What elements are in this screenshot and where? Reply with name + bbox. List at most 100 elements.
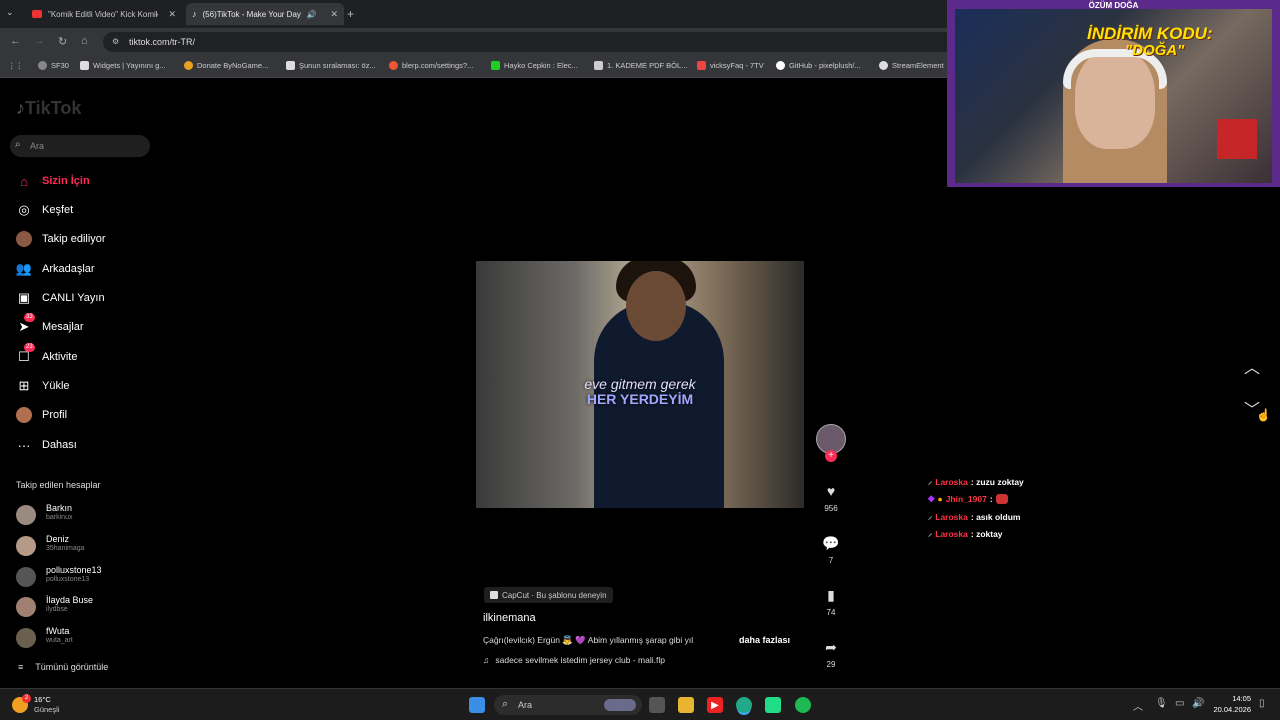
- bookmark-item[interactable]: blerp.com/settings?...: [389, 61, 473, 70]
- nav-for-you[interactable]: ⌂ Sizin İçin: [16, 170, 90, 192]
- share-button[interactable]: ➦ 29: [818, 638, 844, 670]
- video-player[interactable]: eve gitmem gerek HER YERDEYİM: [476, 261, 804, 508]
- taskbar-search-input[interactable]: ⌕ Ara: [494, 695, 642, 715]
- nav-upload[interactable]: ⊞ Yükle: [16, 375, 70, 397]
- tray-overflow-chevron-icon[interactable]: ︿: [1133, 698, 1143, 713]
- follow-plus-icon[interactable]: +: [825, 450, 837, 462]
- kick-app-icon[interactable]: [765, 697, 781, 713]
- video-caption-line1: eve gitmem gerek: [584, 376, 696, 392]
- nav-live[interactable]: ▣ CANLI Yayın: [16, 287, 105, 309]
- home-icon: ⌂: [20, 173, 28, 189]
- more-icon: ···: [17, 437, 31, 453]
- show-all-link[interactable]: ≡ Tümünü görüntüle: [18, 662, 108, 672]
- reload-icon[interactable]: ↻: [58, 35, 67, 48]
- nav-following[interactable]: Takip ediliyor: [16, 228, 106, 250]
- upload-icon: ⊞: [18, 378, 30, 393]
- bookmark-item[interactable]: GitHub - pixelplush/...: [776, 61, 861, 70]
- chrome-icon[interactable]: [736, 697, 752, 713]
- clock-time[interactable]: 14:05: [1213, 694, 1251, 703]
- volume-icon[interactable]: 🔊: [1192, 698, 1204, 709]
- emote-icon: [995, 493, 1008, 504]
- streamelements-favicon-icon: [879, 61, 888, 70]
- github-favicon-icon: [776, 61, 785, 70]
- close-tab-icon[interactable]: ✕: [330, 9, 338, 20]
- notifications-icon[interactable]: ▯: [1259, 698, 1265, 709]
- more-link[interactable]: daha fazlası: [739, 635, 790, 645]
- friends-icon: 👥: [15, 261, 33, 276]
- nav-activity[interactable]: ☐ 23 Aktivite: [16, 343, 77, 368]
- video-music[interactable]: ♫ sadece sevilmek istedim jersey club - m…: [483, 655, 665, 665]
- hayko-favicon-icon: [491, 61, 500, 70]
- activity-badge: 23: [24, 343, 35, 352]
- activity-icon: ☐ 23: [18, 343, 35, 364]
- like-count: 956: [824, 504, 838, 513]
- live-icon: ▣: [17, 290, 31, 305]
- bookmark-item[interactable]: 1. KADEME PDF BÖL...: [594, 61, 687, 70]
- bookmark-item[interactable]: StreamElement: [879, 61, 944, 70]
- blerp-favicon-icon: [389, 61, 398, 70]
- close-tab-icon[interactable]: ✕: [168, 9, 176, 20]
- save-count: 74: [826, 608, 836, 617]
- nav-friends[interactable]: 👥 Arkadaşlar: [16, 258, 95, 280]
- windows-start-icon[interactable]: [469, 697, 485, 713]
- windows-taskbar: 2 16°C Güneşli ⌕ Ara ▶ ︿ 🎙 ▭ 🔊 14:05 20.…: [0, 688, 1280, 720]
- nav-profile[interactable]: Profil: [16, 404, 67, 426]
- bookmark-item[interactable]: Widgets | Yayınını g...: [80, 61, 166, 70]
- bookmark-item[interactable]: vicksyFaq - 7TV: [697, 61, 764, 70]
- task-view-icon[interactable]: [649, 697, 665, 713]
- spotify-icon[interactable]: [795, 697, 811, 713]
- bookmark-item[interactable]: Donate ByNoGame...: [184, 61, 268, 70]
- video-author[interactable]: ilkinemana: [483, 612, 536, 624]
- weather-temp: 16°C: [34, 695, 51, 704]
- clock-date[interactable]: 20.04.2026: [1206, 705, 1251, 714]
- discount-code-label: İNDİRİM KODU:: [1087, 24, 1213, 43]
- pdf-favicon-icon: [594, 61, 603, 70]
- tiktok-favicon-icon: ♪: [192, 9, 197, 19]
- like-button[interactable]: ♥ 956: [818, 482, 844, 513]
- home-icon[interactable]: ⌂: [81, 35, 88, 47]
- followed-accounts-heading: Takip edilen hesaplar: [16, 480, 101, 490]
- new-tab-button[interactable]: +: [347, 7, 354, 21]
- chat-badge-icon: ◆: [928, 493, 935, 503]
- nav-more[interactable]: ··· Dahası: [16, 434, 77, 456]
- search-input[interactable]: ⌕ Ara: [10, 135, 150, 157]
- tab-tiktok[interactable]: ♪ (56)TikTok - Make Your Day 🔊 ✕: [186, 3, 344, 25]
- save-button[interactable]: ▮ 74: [818, 586, 844, 618]
- tab-title: (56)TikTok - Make Your Day: [202, 9, 301, 19]
- mouse-cursor-icon: ☝: [1256, 408, 1271, 422]
- back-icon[interactable]: ←: [10, 35, 21, 47]
- tiktok-logo[interactable]: ♪TikTok: [16, 98, 81, 119]
- url-field[interactable]: ⚙ tiktok.com/tr-TR/: [103, 32, 983, 52]
- previous-video-chevron-up-icon[interactable]: ︿: [1244, 354, 1260, 378]
- site-info-icon[interactable]: ⚙: [112, 37, 119, 46]
- apps-grid-icon[interactable]: ⋮⋮: [8, 61, 23, 70]
- nav-explore[interactable]: ◎ Keşfet: [16, 199, 73, 221]
- bookmark-item[interactable]: SF30: [38, 61, 69, 70]
- webcam-shelf: [1217, 119, 1257, 159]
- widget-favicon-icon: [80, 61, 89, 70]
- comment-button[interactable]: 💬 7: [818, 534, 844, 566]
- share-icon: ➦: [825, 638, 837, 655]
- compass-icon: ◎: [18, 202, 30, 217]
- tab-kick[interactable]: "Komik Editli Video" Kick Komik ✕: [26, 3, 182, 25]
- bookmark-item[interactable]: Şunun sıralaması: öz...: [286, 61, 376, 70]
- avatar: [16, 505, 36, 525]
- url-text: tiktok.com/tr-TR/: [129, 37, 196, 47]
- audio-playing-icon[interactable]: 🔊: [307, 10, 317, 19]
- search-icon: ⌕: [502, 698, 509, 710]
- video-person-head: [626, 271, 686, 341]
- bookmark-item[interactable]: Hayko Cepkin : Elec...: [491, 61, 578, 70]
- file-explorer-icon[interactable]: [678, 697, 694, 713]
- webcam-overlay: ÖZÜM DOĞA İNDİRİM KODU: "DOĞA": [947, 0, 1280, 187]
- 7tv-favicon-icon: [697, 61, 706, 70]
- network-icon[interactable]: ▭: [1175, 698, 1184, 709]
- forward-icon[interactable]: →: [34, 35, 45, 47]
- youtube-app-icon[interactable]: ▶: [707, 697, 723, 713]
- comment-icon: 💬: [822, 534, 840, 551]
- chat-badge-icon: ⸝: [928, 528, 933, 538]
- messages-icon: ➤ 33: [18, 313, 35, 334]
- tab-list-chevron-icon[interactable]: ⌄: [6, 7, 14, 18]
- capcut-template-badge[interactable]: CapCut · Bu şablonu deneyin: [484, 587, 613, 603]
- nav-messages[interactable]: ➤ 33 Mesajlar: [16, 313, 84, 338]
- microphone-icon[interactable]: 🎙: [1155, 698, 1168, 709]
